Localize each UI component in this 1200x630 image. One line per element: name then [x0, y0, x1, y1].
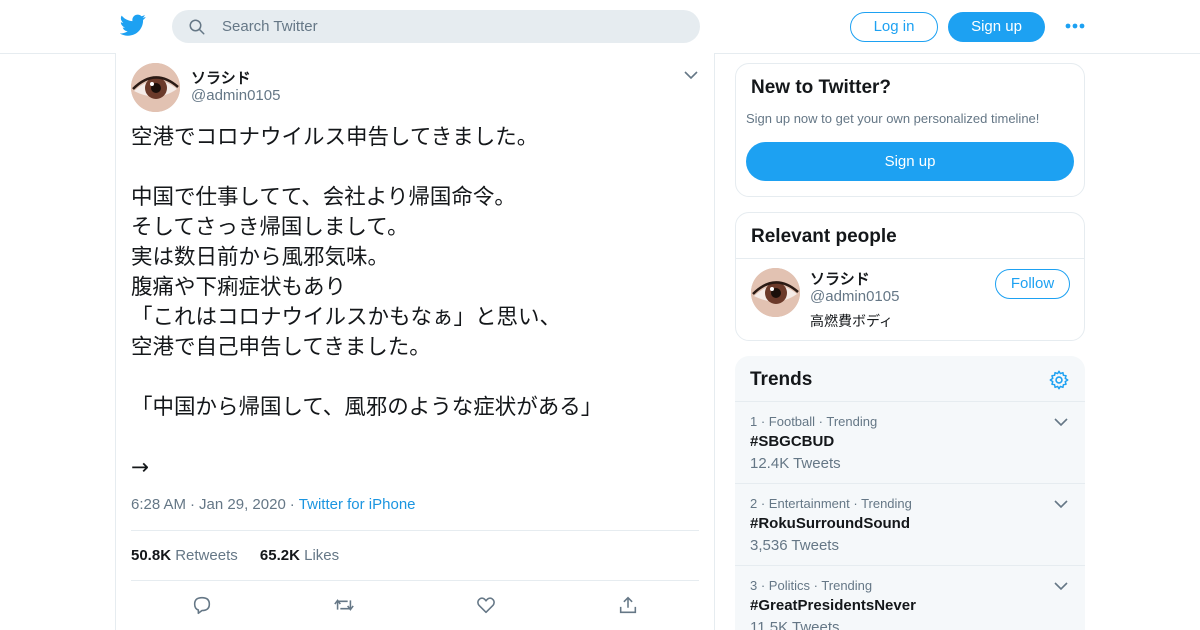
avatar-eye-image — [751, 268, 800, 317]
trend-tweet-count: 3,536 Tweets — [750, 537, 839, 554]
trend-item[interactable]: 1 · Football · Trending #SBGCBUD 12.4K T… — [735, 401, 1085, 483]
trend-item[interactable]: 2 · Entertainment · Trending #RokuSurrou… — [735, 483, 1085, 565]
trend-tweet-count: 12.4K Tweets — [750, 455, 841, 472]
tweet-stats: 50.8K Retweets 65.2K Likes — [131, 547, 357, 564]
retweets-label: Retweets — [175, 547, 238, 564]
likes-stat[interactable]: 65.2K Likes — [260, 547, 339, 564]
retweet-icon[interactable] — [333, 594, 355, 616]
avatar[interactable] — [131, 63, 180, 112]
trend-category: Entertainment — [768, 496, 850, 511]
trend-item[interactable]: 3 · Politics · Trending #GreatPresidents… — [735, 565, 1085, 630]
trend-rank: 1 — [750, 414, 758, 429]
divider — [736, 258, 1084, 259]
trend-rank: 2 — [750, 496, 758, 511]
trend-name[interactable]: #RokuSurroundSound — [750, 515, 910, 532]
retweets-stat[interactable]: 50.8K Retweets — [131, 547, 238, 564]
tweet-author-name[interactable]: ソラシド — [191, 67, 251, 88]
follow-button[interactable]: Follow — [995, 269, 1070, 299]
like-icon[interactable] — [475, 594, 497, 616]
retweets-count: 50.8K — [131, 547, 172, 564]
divider — [131, 530, 699, 531]
person-handle[interactable]: @admin0105 — [810, 288, 899, 305]
trend-tweet-count: 11.5K Tweets — [750, 619, 840, 630]
login-button[interactable]: Log in — [850, 12, 938, 42]
trends-card: Trends 1 · Football · Trending #SBGCBUD … — [735, 356, 1085, 630]
gear-icon[interactable] — [1048, 369, 1070, 391]
avatar-eye-image — [131, 63, 180, 112]
more-dots-icon[interactable] — [1064, 20, 1086, 32]
tweet-detail: ソラシド @admin0105 空港でコロナウイルス申告してきました。 中国で仕… — [115, 53, 715, 630]
likes-label: Likes — [304, 547, 340, 564]
tweet-source-link[interactable]: Twitter for iPhone — [299, 496, 416, 513]
trend-status: Trending — [821, 578, 873, 593]
trend-meta: 2 · Entertainment · Trending — [750, 496, 912, 511]
tweet-date[interactable]: Jan 29, 2020 — [199, 496, 286, 513]
trend-status: Trending — [826, 414, 878, 429]
chevron-down-icon[interactable] — [683, 69, 699, 81]
trend-name[interactable]: #GreatPresidentsNever — [750, 597, 916, 614]
trend-status: Trending — [861, 496, 912, 511]
reply-icon[interactable] — [191, 594, 213, 616]
trend-meta: 3 · Politics · Trending — [750, 578, 873, 593]
share-icon[interactable] — [617, 594, 639, 616]
tweet-time[interactable]: 6:28 AM — [131, 496, 186, 513]
trend-meta: 1 · Football · Trending — [750, 414, 878, 429]
tweet-text: 空港でコロナウイルス申告してきました。 中国で仕事してて、会社より帰国命令。 そ… — [131, 125, 603, 480]
signup-prompt-text: Sign up now to get your own personalized… — [746, 111, 1040, 126]
chevron-down-icon[interactable] — [1053, 416, 1069, 428]
likes-count: 65.2K — [259, 547, 300, 564]
avatar[interactable] — [751, 268, 800, 317]
trend-rank: 3 — [750, 578, 758, 593]
person-bio: 高燃費ボディ — [810, 314, 894, 330]
card-title: New to Twitter? — [751, 77, 892, 98]
signup-button[interactable]: Sign up — [948, 12, 1045, 42]
relevant-people-card: Relevant people ソラシド @admin0105 高燃費ボディ F… — [735, 212, 1085, 341]
divider — [131, 580, 699, 581]
tweet-author-handle[interactable]: @admin0105 — [191, 87, 280, 104]
chevron-down-icon[interactable] — [1053, 580, 1069, 592]
twitter-bird-icon[interactable] — [120, 12, 146, 38]
card-title: Relevant people — [751, 226, 897, 247]
trend-category: Politics — [768, 578, 810, 593]
top-navigation-bar: Log in Sign up — [0, 0, 1200, 54]
search-icon — [189, 19, 205, 35]
sidebar-signup-button[interactable]: Sign up — [746, 142, 1074, 181]
new-to-twitter-card: New to Twitter? Sign up now to get your … — [735, 63, 1085, 197]
person-name[interactable]: ソラシド — [810, 268, 870, 289]
chevron-down-icon[interactable] — [1053, 498, 1069, 510]
search-box[interactable] — [172, 10, 700, 43]
trend-category: Football — [768, 414, 816, 429]
card-title: Trends — [750, 369, 813, 390]
trend-name[interactable]: #SBGCBUD — [750, 433, 834, 450]
search-input[interactable] — [222, 10, 682, 43]
tweet-timestamp: 6:28 AM · Jan 29, 2020 · Twitter for iPhone — [131, 496, 416, 513]
